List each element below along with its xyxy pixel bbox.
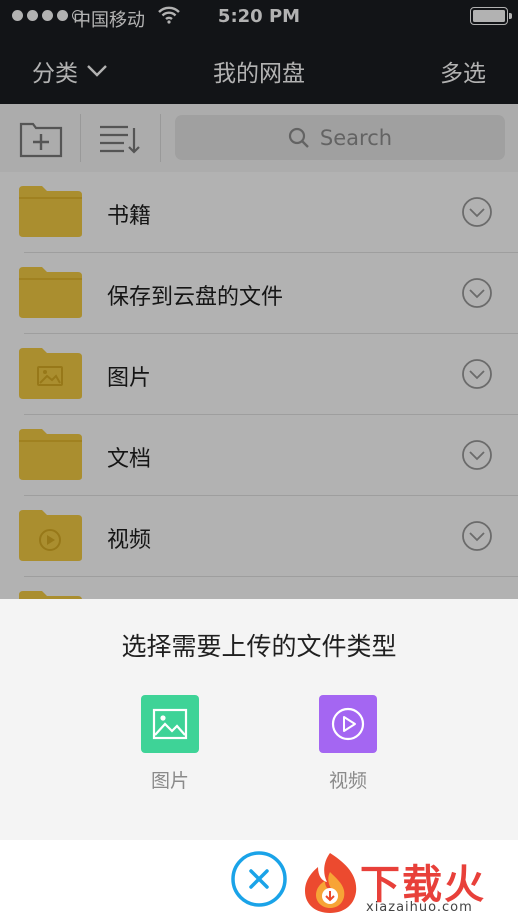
sheet-footer: 下载火 xiazaihuo.com [0,840,518,920]
watermark-domain: xiazaihuo.com [366,900,473,915]
image-tile [141,695,199,753]
close-icon[interactable] [230,850,288,908]
upload-video-label: 视频 [328,770,367,792]
image-icon [152,708,188,740]
sheet-title: 选择需要上传的文件类型 [121,632,397,661]
upload-type-sheet: 选择需要上传的文件类型 图片 视频 [0,599,518,840]
upload-video-option[interactable]: 视频 [308,695,388,793]
video-tile [319,695,377,753]
upload-image-option[interactable]: 图片 [130,695,210,793]
flame-logo-icon [305,853,357,913]
watermark-logo: 下载火 xiazaihuo.com [300,850,510,916]
upload-image-label: 图片 [150,770,189,792]
video-play-icon [331,707,365,741]
